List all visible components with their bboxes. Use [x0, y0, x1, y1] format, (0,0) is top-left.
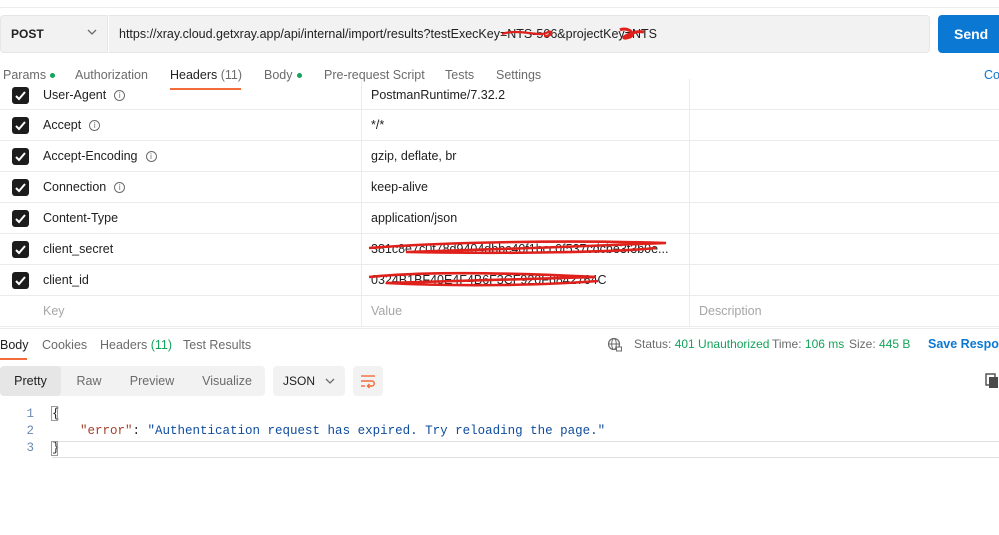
wrap-lines-button[interactable] [353, 366, 383, 396]
code-line: 1 { [0, 407, 999, 424]
view-pretty[interactable]: Pretty [0, 366, 61, 396]
bracket-match-box [51, 441, 58, 456]
header-key[interactable]: User-Agent i [43, 88, 126, 102]
format-select[interactable]: JSON [273, 366, 345, 396]
copy-icon[interactable] [985, 373, 999, 389]
header-row: client_id 0324B1BF40E4F4B6F3CF920F684276… [0, 265, 999, 296]
body-dot-icon [296, 73, 302, 79]
line-number: 3 [26, 441, 34, 455]
code-content: "error": "Authentication request has exp… [80, 424, 606, 438]
header-key[interactable]: client_id [43, 273, 89, 287]
checkmark-icon [15, 183, 26, 193]
url-input[interactable]: https://xray.cloud.getxray.app/api/inter… [109, 15, 930, 53]
resp-tab-test-results[interactable]: Test Results [183, 338, 251, 352]
header-checkbox[interactable] [12, 117, 29, 134]
checkmark-icon [15, 214, 26, 224]
header-row: Accept-Encoding i gzip, deflate, br [0, 141, 999, 172]
save-response-button[interactable]: Save Respon [928, 337, 999, 351]
header-row: User-Agent i PostmanRuntime/7.32.2 [0, 79, 999, 110]
wrap-lines-icon [361, 375, 375, 389]
header-key[interactable]: client_secret [43, 242, 113, 256]
view-preview[interactable]: Preview [117, 366, 187, 396]
info-icon: i [114, 182, 126, 194]
header-value[interactable]: application/json [371, 211, 683, 225]
header-value[interactable]: 381c8e7c0f78d9404dbbc40f1bcc0f537cdcbe3f… [371, 242, 683, 256]
checkmark-icon [15, 276, 26, 286]
info-icon: i [114, 90, 126, 102]
resp-tab-body[interactable]: Body [0, 338, 29, 352]
status-info[interactable]: Status: 401 Unauthorized [634, 337, 769, 351]
header-checkbox[interactable] [12, 148, 29, 165]
header-checkbox[interactable] [12, 272, 29, 289]
send-button[interactable]: Send [938, 15, 999, 53]
top-divider [0, 0, 999, 8]
resp-tab-headers[interactable]: Headers (11) [100, 338, 172, 352]
info-icon: i [89, 120, 101, 132]
header-key[interactable]: Accept-Encoding i [43, 149, 157, 163]
size-info[interactable]: Size: 445 B [849, 337, 910, 351]
header-value[interactable]: keep-alive [371, 180, 683, 194]
resp-tab-cookies[interactable]: Cookies [42, 338, 87, 352]
header-row: Connection i keep-alive [0, 172, 999, 203]
new-description-input[interactable]: Description [699, 304, 989, 318]
view-mode-segmented: Pretty Raw Preview Visualize [0, 366, 265, 396]
active-resp-tab-indicator [0, 358, 27, 360]
header-row: Accept i */* [0, 110, 999, 141]
globe-lock-icon[interactable] [607, 337, 623, 353]
url-text: https://xray.cloud.getxray.app/api/inter… [119, 27, 657, 41]
checkmark-icon [15, 91, 26, 101]
time-info[interactable]: Time: 106 ms [772, 337, 844, 351]
new-value-input[interactable]: Value [371, 304, 683, 318]
header-checkbox[interactable] [12, 241, 29, 258]
header-row: Content-Type application/json [0, 203, 999, 234]
header-row: client_secret 381c8e7c0f78d9404dbbc40f1b… [0, 234, 999, 265]
method-label: POST [11, 27, 44, 41]
checkmark-icon [15, 152, 26, 162]
current-line-highlight [52, 441, 999, 458]
chevron-down-icon [325, 378, 335, 384]
header-key[interactable]: Accept i [43, 118, 101, 132]
method-select[interactable]: POST [0, 15, 108, 53]
header-checkbox[interactable] [12, 179, 29, 196]
header-value[interactable]: */* [371, 118, 683, 132]
line-number: 1 [26, 407, 34, 421]
format-label: JSON [283, 374, 316, 388]
params-dot-icon [50, 73, 56, 79]
line-number: 2 [26, 424, 34, 438]
header-checkbox[interactable] [12, 87, 29, 104]
checkmark-icon [15, 245, 26, 255]
checkmark-icon [15, 121, 26, 131]
code-line: 2 "error": "Authentication request has e… [0, 424, 999, 441]
header-checkbox[interactable] [12, 210, 29, 227]
header-value[interactable]: 0324B1BF40E4F4B6F3CF920F6842764C [371, 273, 683, 287]
bracket-match-box [51, 406, 58, 421]
view-visualize[interactable]: Visualize [189, 366, 265, 396]
header-key[interactable]: Content-Type [43, 211, 118, 225]
header-row-new: Key Value Description [0, 296, 999, 327]
chevron-down-icon [87, 29, 97, 35]
header-key[interactable]: Connection i [43, 180, 126, 194]
view-raw[interactable]: Raw [63, 366, 115, 396]
new-key-input[interactable]: Key [43, 304, 65, 318]
info-icon: i [145, 151, 157, 163]
header-value[interactable]: gzip, deflate, br [371, 149, 683, 163]
header-value[interactable]: PostmanRuntime/7.32.2 [371, 88, 683, 102]
